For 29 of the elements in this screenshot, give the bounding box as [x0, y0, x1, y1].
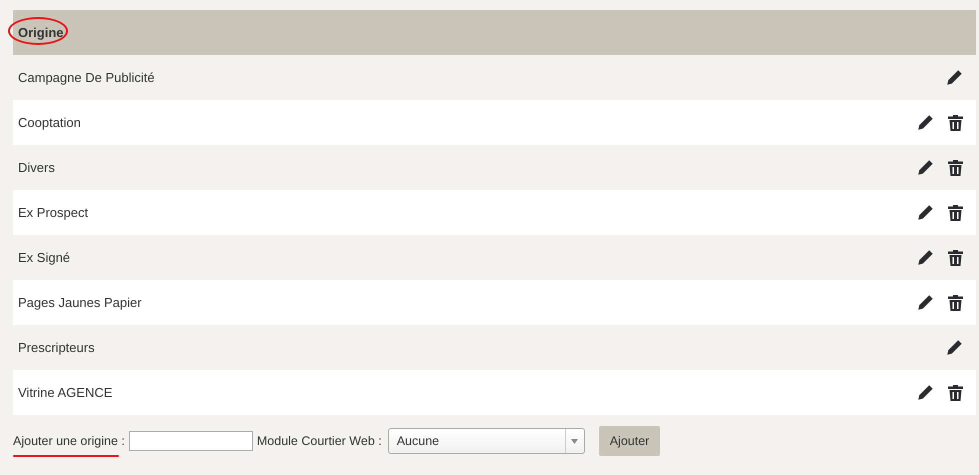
pencil-icon[interactable]: [917, 294, 934, 311]
pencil-icon[interactable]: [917, 204, 934, 221]
trash-icon[interactable]: [948, 294, 963, 310]
pencil-icon[interactable]: [946, 69, 963, 86]
row-label: Prescripteurs: [18, 340, 96, 355]
trash-icon[interactable]: [948, 250, 963, 266]
module-label: Module Courtier Web :: [256, 434, 382, 448]
row-label: Cooptation: [18, 115, 82, 130]
module-dropdown[interactable]: Aucune: [388, 428, 585, 454]
trash-icon[interactable]: [948, 384, 963, 400]
pencil-icon[interactable]: [917, 114, 934, 131]
trash-icon[interactable]: [948, 204, 963, 220]
trash-icon[interactable]: [948, 114, 963, 130]
field-label: Ajouter une origine :: [13, 434, 125, 448]
origin-input[interactable]: [128, 431, 253, 451]
row-label: Ex Prospect: [18, 205, 90, 220]
row-label: Pages Jaunes Papier: [18, 295, 143, 310]
row-label: Vitrine AGENCE: [18, 385, 114, 400]
pencil-icon[interactable]: [917, 249, 934, 266]
trash-icon[interactable]: [948, 160, 963, 176]
add-button[interactable]: Ajouter: [598, 426, 660, 456]
row-label: Divers: [18, 160, 56, 175]
caret-icon: [571, 438, 578, 444]
row-label: Ex Signé: [18, 250, 72, 265]
row-label: Campagne De Publicité: [18, 70, 156, 85]
column-header: Origine: [18, 25, 64, 40]
pencil-icon[interactable]: [917, 159, 934, 176]
pencil-icon[interactable]: [917, 384, 934, 401]
pencil-icon[interactable]: [946, 339, 963, 356]
